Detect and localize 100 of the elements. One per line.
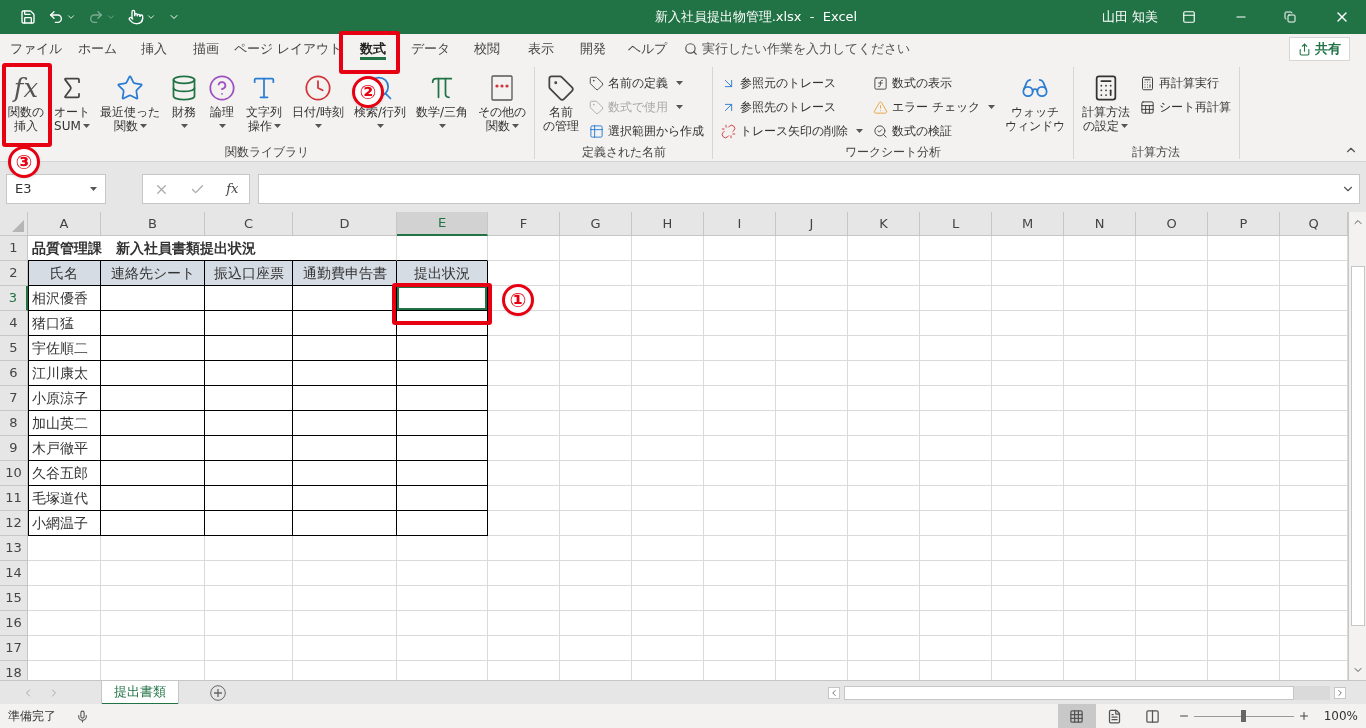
grid-cell[interactable] (992, 236, 1064, 261)
table-cell[interactable] (397, 311, 488, 336)
grid-cell[interactable] (293, 586, 397, 611)
table-cell[interactable] (397, 336, 488, 361)
grid-cell[interactable] (704, 336, 776, 361)
grid-cell[interactable] (848, 286, 920, 311)
grid-cell[interactable] (920, 611, 992, 636)
table-cell[interactable] (205, 436, 293, 461)
grid-cell[interactable] (776, 636, 848, 661)
grid-cell[interactable] (776, 286, 848, 311)
grid-cell[interactable] (560, 236, 632, 261)
grid-cell[interactable] (1208, 461, 1280, 486)
grid-cell[interactable] (488, 436, 560, 461)
grid-cell[interactable] (776, 461, 848, 486)
grid-cell[interactable] (1136, 386, 1208, 411)
grid-cell[interactable] (632, 636, 704, 661)
grid-cell[interactable] (632, 511, 704, 536)
grid-cell[interactable] (101, 636, 205, 661)
row-header[interactable]: 9 (0, 436, 28, 461)
grid-cell[interactable] (848, 336, 920, 361)
grid-cell[interactable] (205, 561, 293, 586)
grid-cell[interactable] (704, 311, 776, 336)
grid-cell[interactable] (992, 361, 1064, 386)
grid-cell[interactable] (776, 586, 848, 611)
grid-cell[interactable] (776, 261, 848, 286)
ribbon-button[interactable]: トレース矢印の削除 (717, 119, 868, 143)
header-cell[interactable]: 連絡先シート (101, 261, 205, 286)
grid-cell[interactable] (632, 536, 704, 561)
grid-cell[interactable] (488, 361, 560, 386)
grid-cell[interactable] (920, 261, 992, 286)
grid-cell[interactable] (560, 511, 632, 536)
grid-cell[interactable] (488, 636, 560, 661)
table-cell[interactable] (397, 286, 488, 311)
ribbon-button[interactable]: シート再計算 (1135, 95, 1235, 119)
grid-cell[interactable] (776, 411, 848, 436)
grid-cell[interactable] (848, 611, 920, 636)
grid-cell[interactable] (776, 436, 848, 461)
grid-cell[interactable] (992, 561, 1064, 586)
header-cell[interactable]: 振込口座票 (205, 261, 293, 286)
grid-cell[interactable] (488, 336, 560, 361)
row-header[interactable]: 1 (0, 236, 28, 261)
row-header[interactable]: 16 (0, 611, 28, 636)
grid-cell[interactable] (1064, 536, 1136, 561)
grid-cell[interactable] (848, 636, 920, 661)
grid-cell[interactable] (776, 486, 848, 511)
table-cell[interactable]: 久谷五郎 (28, 461, 101, 486)
grid-cell[interactable] (488, 536, 560, 561)
grid-cell[interactable] (920, 636, 992, 661)
table-cell[interactable] (205, 361, 293, 386)
grid-cell[interactable] (293, 611, 397, 636)
grid-cell[interactable] (560, 386, 632, 411)
row-header[interactable]: 12 (0, 511, 28, 536)
grid-cell[interactable] (488, 411, 560, 436)
grid-cell[interactable] (1064, 511, 1136, 536)
grid-cell[interactable] (704, 436, 776, 461)
ribbon-tab[interactable]: データ (402, 35, 459, 63)
grid-cell[interactable] (560, 361, 632, 386)
add-sheet-icon[interactable] (210, 684, 226, 701)
grid-cell[interactable] (632, 436, 704, 461)
grid-cell[interactable] (488, 611, 560, 636)
share-button[interactable]: 共有 (1289, 37, 1350, 61)
ribbon-button[interactable]: 財務 (166, 67, 202, 145)
column-header[interactable]: K (848, 212, 920, 236)
grid-cell[interactable] (1136, 311, 1208, 336)
ribbon-button[interactable]: ウォッチ ウィンドウ (1000, 67, 1069, 145)
restore-icon[interactable] (1284, 11, 1296, 23)
ribbon-button[interactable]: 数学/三角 (412, 67, 473, 145)
grid-cell[interactable] (1208, 386, 1280, 411)
table-cell[interactable] (101, 286, 205, 311)
grid-cell[interactable] (992, 636, 1064, 661)
table-cell[interactable] (397, 461, 488, 486)
grid-cell[interactable] (205, 536, 293, 561)
grid-cell[interactable] (1136, 536, 1208, 561)
row-header[interactable]: 10 (0, 461, 28, 486)
ribbon-button[interactable]: オート SUM (50, 67, 94, 145)
table-cell[interactable]: 江川康太 (28, 361, 101, 386)
grid-cell[interactable] (776, 311, 848, 336)
grid-cell[interactable] (920, 336, 992, 361)
ribbon-tab[interactable]: 数式 (344, 35, 402, 63)
table-cell[interactable] (293, 386, 397, 411)
grid-cell[interactable] (632, 286, 704, 311)
grid-cell[interactable] (1064, 311, 1136, 336)
ribbon-display-icon[interactable] (1182, 10, 1196, 24)
grid-cell[interactable] (920, 561, 992, 586)
ribbon-tab[interactable]: ヘルプ (619, 35, 676, 63)
grid-cell[interactable] (397, 636, 488, 661)
grid-cell[interactable] (1064, 361, 1136, 386)
table-cell[interactable]: 小網温子 (28, 511, 101, 536)
grid-cell[interactable] (488, 486, 560, 511)
row-header[interactable]: 13 (0, 536, 28, 561)
table-cell[interactable]: 木戸徹平 (28, 436, 101, 461)
table-cell[interactable] (293, 286, 397, 311)
grid-cell[interactable] (920, 361, 992, 386)
grid-cell[interactable] (992, 286, 1064, 311)
table-cell[interactable] (397, 511, 488, 536)
grid-cell[interactable] (560, 536, 632, 561)
zoom-in-icon[interactable] (1297, 710, 1310, 722)
table-cell[interactable] (101, 436, 205, 461)
grid-cell[interactable] (1136, 561, 1208, 586)
column-header[interactable]: B (101, 212, 205, 236)
